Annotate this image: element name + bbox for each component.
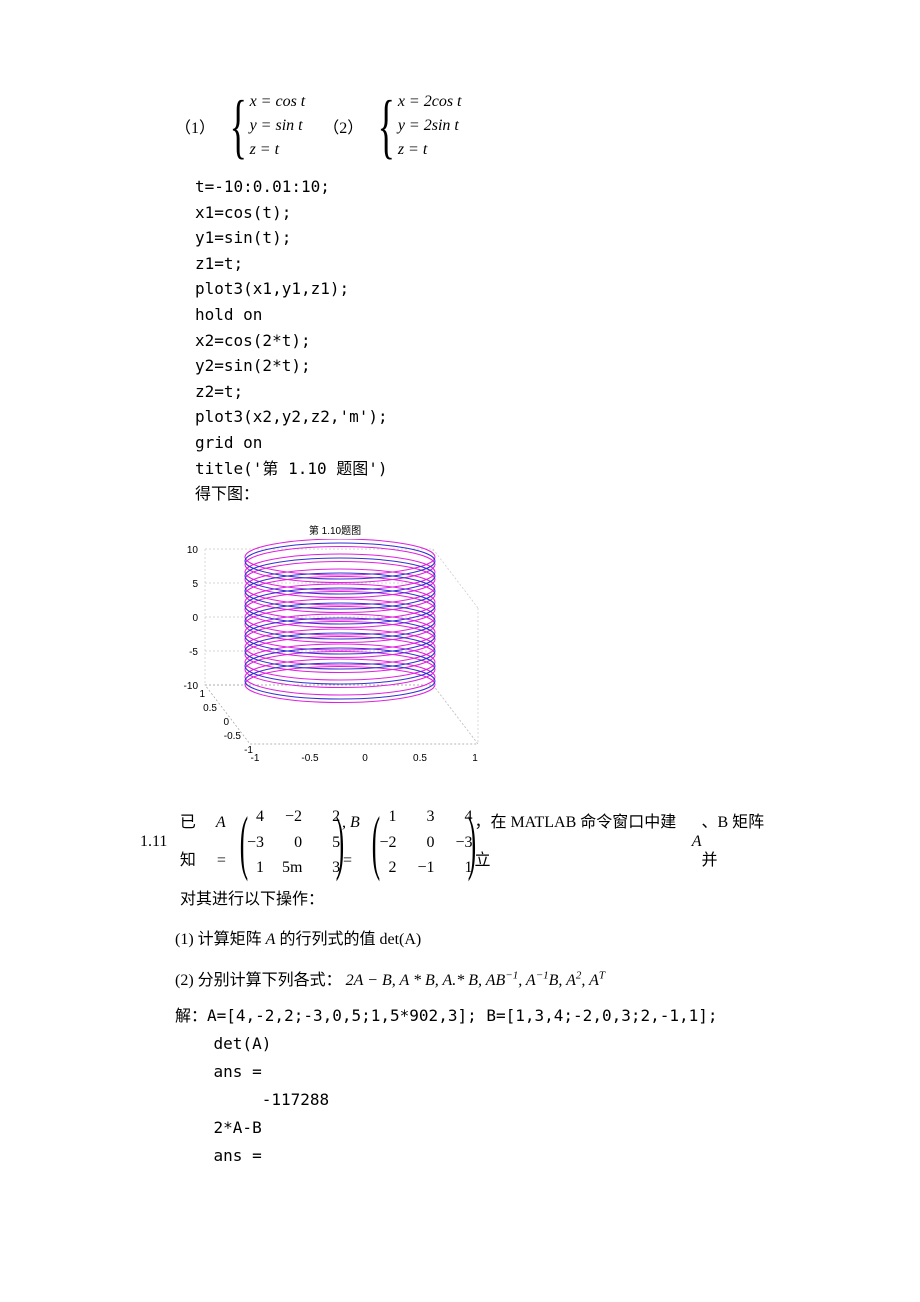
sys2-label: （2） <box>323 114 363 138</box>
sub2-expr: 2A − B, A * B, A.* B, AB−1, A−1B, A2, AT <box>346 972 605 989</box>
p111-line2: 对其进行以下操作： <box>180 881 780 919</box>
xtick-05: 0.5 <box>413 753 427 764</box>
matrix-cell: −2 <box>282 807 302 826</box>
problem-1-11: 1.11 已知 A = ( 4−22−30515m3 ) , B = ( 134… <box>140 804 780 919</box>
sys1-l1: x = cos t <box>250 90 306 114</box>
brace-left-2: { <box>378 90 395 162</box>
p111-pre: 已知 <box>180 804 212 881</box>
matrix-A: ( 4−22−30515m3 ) <box>244 807 340 877</box>
sys1-l2: y = sin t <box>250 114 306 138</box>
sys2-l3: z = t <box>398 138 462 162</box>
ztick-m10: -10 <box>184 681 199 692</box>
sub2-pre: (2) 分别计算下列各式： <box>175 972 342 989</box>
p111-post1: ，在 MATLAB 命令窗口中建立 <box>474 804 691 881</box>
sys2-l2: y = 2sin t <box>398 114 462 138</box>
sub1-det: det(A) <box>379 931 421 948</box>
sub1-pre: (1) 计算矩阵 <box>175 931 266 948</box>
matB-label: , B = <box>342 804 374 881</box>
ytick-m05: -0.5 <box>224 731 242 742</box>
sys1-l3: z = t <box>250 138 306 162</box>
sys1-label: （1） <box>175 114 215 138</box>
system-1: { x = cos t y = sin t z = t <box>221 90 305 162</box>
sub1-mid1: 的行列式的值 <box>275 931 375 948</box>
ytick-1: 1 <box>199 689 205 700</box>
sys1-lines: x = cos t y = sin t z = t <box>250 90 306 162</box>
chart-3d-helix: 第 1.10题图 <box>150 522 920 774</box>
helix-curves <box>245 539 435 703</box>
matrix-cell: 0 <box>414 833 434 852</box>
code-block-2: 解：A=[4,-2,2;-3,0,5;1,5*902,3]; B=[1,3,4;… <box>175 1002 920 1170</box>
xtick-0: 0 <box>362 753 368 764</box>
p111-post2: 、B 矩阵并 <box>702 804 781 881</box>
equation-systems: （1） { x = cos t y = sin t z = t （2） { x … <box>175 90 920 162</box>
chart-title: 第 1.10题图 <box>180 522 490 537</box>
xtick-1: 1 <box>472 753 478 764</box>
sub-1: (1) 计算矩阵 A 的行列式的值 det(A) <box>175 919 920 961</box>
matrix-cell: 5m <box>282 858 302 877</box>
matrix-A-expr: A = ( 4−22−30515m3 ) , B = ( 134−20−32−1… <box>212 804 475 881</box>
ztick-m5: -5 <box>189 647 198 658</box>
matrix-B: ( 134−20−32−11 ) <box>376 807 472 877</box>
sub-2: (2) 分别计算下列各式： 2A − B, A * B, A.* B, AB−1… <box>175 960 920 1002</box>
ztick-5: 5 <box>192 579 198 590</box>
letter-A: A <box>692 823 702 861</box>
xtick-m05: -0.5 <box>301 753 319 764</box>
xtick-m1: -1 <box>251 753 260 764</box>
sys2-l1: x = 2cos t <box>398 90 462 114</box>
matrix-cell: 0 <box>282 833 302 852</box>
problem-number: 1.11 <box>140 823 180 861</box>
matrix-cell: 3 <box>414 807 434 826</box>
chart-svg: 10 5 0 -5 -10 1 0.5 0 -0.5 -1 -1 -0. <box>150 539 490 769</box>
brace-left-1: { <box>230 90 247 162</box>
sys2-lines: x = 2cos t y = 2sin t z = t <box>398 90 462 162</box>
sub-items: (1) 计算矩阵 A 的行列式的值 det(A) (2) 分别计算下列各式： 2… <box>175 919 920 1002</box>
system-2: { x = 2cos t y = 2sin t z = t <box>369 90 461 162</box>
ytick-05: 0.5 <box>203 703 217 714</box>
ztick-10: 10 <box>187 545 199 556</box>
matrix-cell: −1 <box>414 858 434 877</box>
matA-label: A = <box>216 804 240 881</box>
code-block-1: t=-10:0.01:10; x1=cos(t); y1=sin(t); z1=… <box>195 174 920 507</box>
ztick-0: 0 <box>192 613 198 624</box>
ytick-0: 0 <box>223 717 229 728</box>
